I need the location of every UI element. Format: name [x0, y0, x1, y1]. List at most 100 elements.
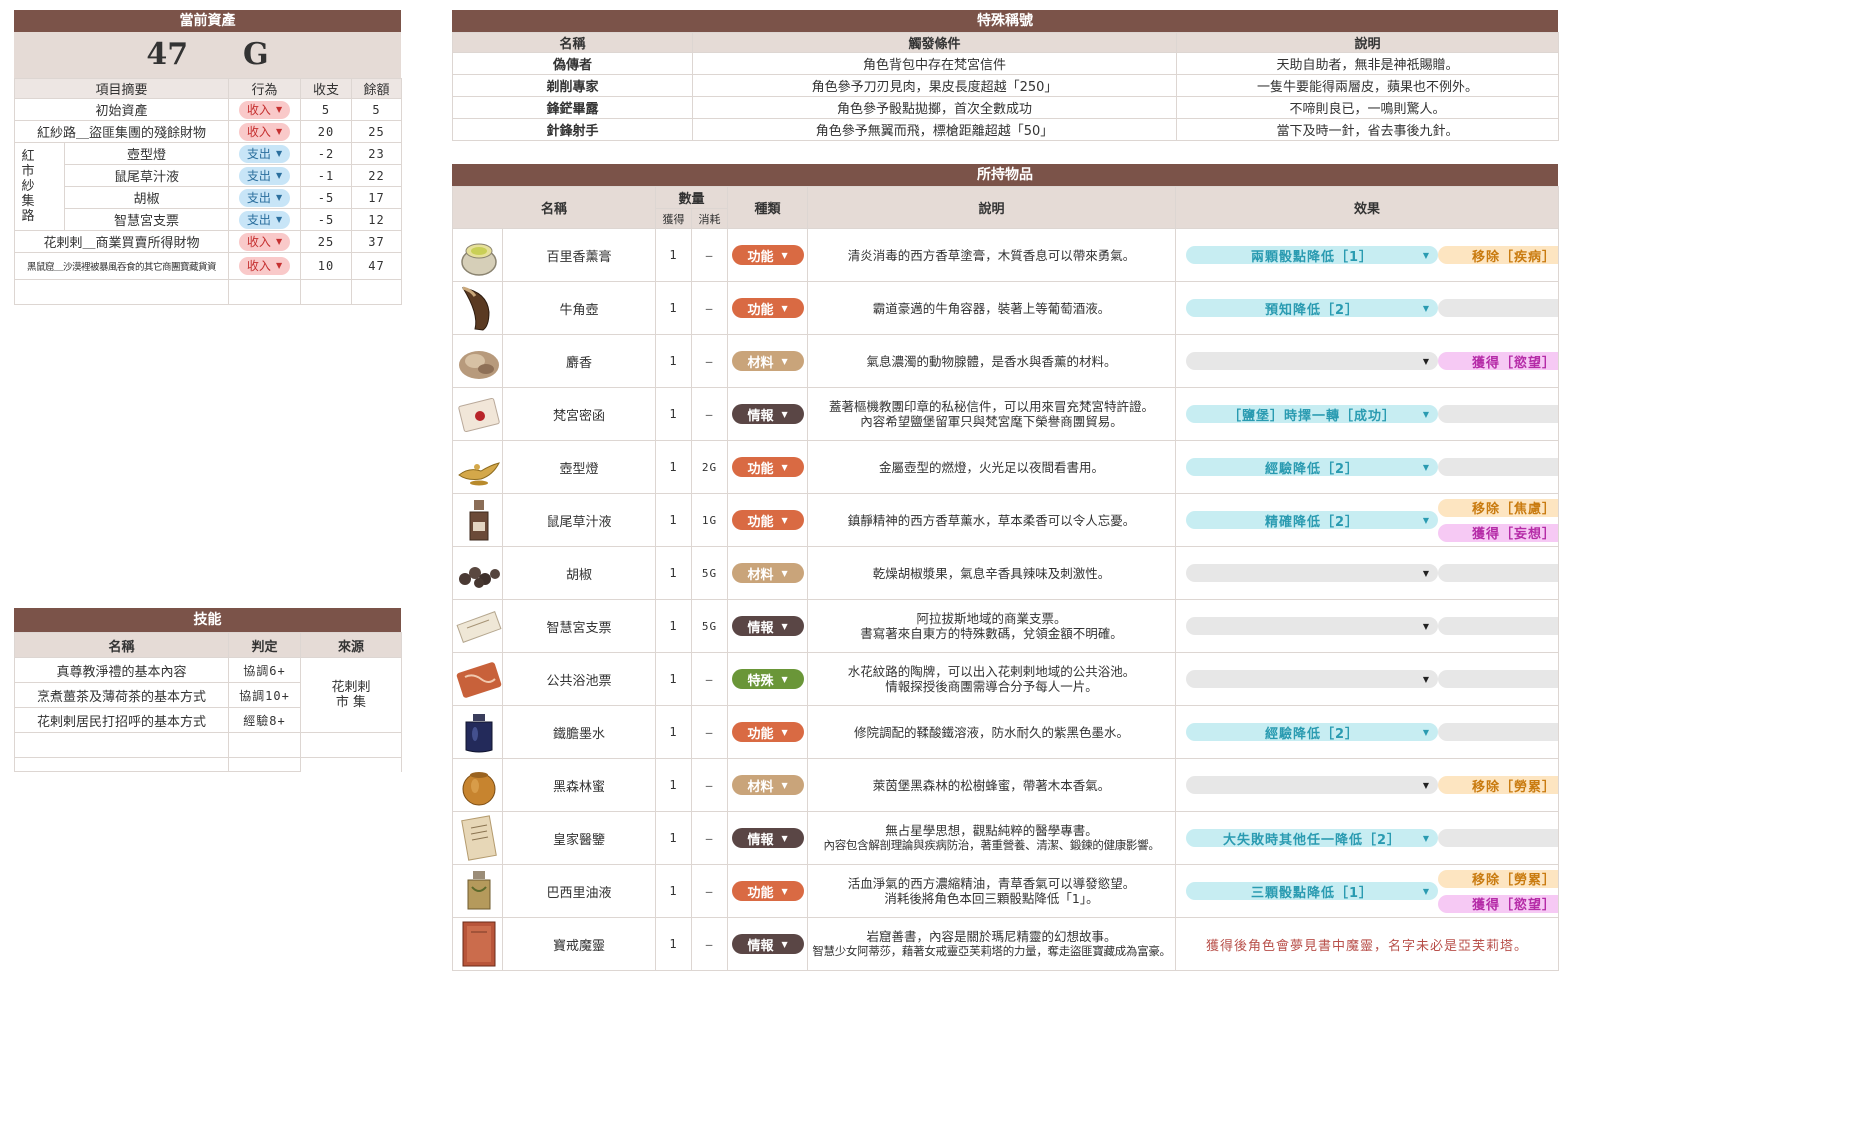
item-type-dropdown[interactable]: 材料 ▼	[731, 563, 804, 583]
item-type-dropdown[interactable]: 功能 ▼	[731, 510, 804, 530]
effect-secondary-dropdown[interactable]: 移除［疾病］▼	[1438, 246, 1558, 265]
item-description-line: 氣息濃濁的動物腺體，是香水與香薰的材料。	[866, 353, 1117, 369]
dropdown-arrow-icon: ▼	[1422, 409, 1431, 419]
effect-secondary-dropdown[interactable]: ▼	[1438, 299, 1558, 317]
item-type-dropdown[interactable]: 特殊 ▼	[731, 669, 804, 689]
effect-primary: ▼	[1186, 564, 1439, 582]
effect-primary-dropdown[interactable]: 三顆骰點降低［1］ ▼	[1186, 882, 1439, 901]
assets-action-cell: 收入 ▼	[228, 120, 302, 143]
item-description-line: 萊茵堡黑森林的松樹蜂蜜，帶著木本香氣。	[872, 777, 1111, 793]
effect-secondary-dropdown[interactable]: 移除［勞累］▼	[1438, 869, 1558, 888]
item-type-dropdown[interactable]: 情報 ▼	[731, 404, 804, 424]
effect-secondary-dropdown[interactable]: ▼	[1438, 617, 1558, 635]
expense-dropdown[interactable]: 支出 ▼	[238, 210, 291, 229]
income-dropdown[interactable]: 收入 ▼	[238, 100, 291, 119]
item-qty-used: —	[691, 758, 729, 812]
effect-primary-dropdown[interactable]: 大失敗時其他任一降低［2］ ▼	[1186, 829, 1439, 848]
effect-primary-dropdown[interactable]: ▼	[1186, 670, 1439, 688]
assets-change: 20	[300, 120, 353, 143]
expense-dropdown[interactable]: 支出 ▼	[238, 188, 291, 207]
item-type-label: 情報	[747, 938, 774, 954]
effect-secondary-dropdown[interactable]: ▼	[1438, 405, 1558, 423]
item-type-dropdown[interactable]: 功能 ▼	[731, 881, 804, 901]
skills-header-check: 判定	[228, 632, 301, 658]
item-description-line: 岩窟善書，內容是關於瑪尼精靈的幻想故事。	[866, 929, 1117, 944]
assets-balance: 25	[351, 120, 403, 143]
title-condition: 角色參予骰點拋擲，首次全數成功	[692, 96, 1177, 119]
effect-primary-dropdown[interactable]: ▼	[1186, 776, 1439, 794]
item-name: 鼠尾草汁液	[501, 493, 657, 547]
item-name: 巴西里油液	[501, 864, 657, 918]
pepper-icon	[454, 548, 502, 599]
effect-primary-dropdown[interactable]: 經驗降低［2］ ▼	[1186, 723, 1439, 742]
effect-primary-dropdown[interactable]: ［鹽堡］時擇一轉［成功］ ▼	[1186, 405, 1439, 424]
item-type-dropdown[interactable]: 功能 ▼	[731, 298, 804, 318]
effect-secondary-dropdown[interactable]: 獲得［慾望］▼	[1438, 894, 1558, 913]
effect-primary-dropdown[interactable]: 預知降低［2］ ▼	[1186, 299, 1439, 318]
item-description-line: 情報探授後商團需導合分予每人一片。	[885, 679, 1098, 694]
effect-secondary-dropdown[interactable]: ▼	[1438, 670, 1558, 688]
dropdown-arrow-icon: ▼	[781, 780, 788, 790]
effect-label: 移除［疾病］	[1472, 249, 1557, 265]
item-type-label: 情報	[747, 408, 774, 424]
item-type-dropdown[interactable]: 功能 ▼	[731, 722, 804, 742]
item-name: 寶戒魔靈	[501, 917, 657, 971]
item-name: 百里香薰膏	[501, 228, 657, 282]
effect-primary-dropdown[interactable]: ▼	[1186, 617, 1439, 635]
assets-change: -5	[300, 186, 353, 209]
effect-primary-dropdown[interactable]: 精確降低［2］ ▼	[1186, 511, 1439, 530]
item-type-cell: 材料 ▼	[727, 758, 809, 812]
item-type-dropdown[interactable]: 功能 ▼	[731, 457, 804, 477]
item-type-label: 功能	[747, 885, 774, 901]
expense-dropdown[interactable]: 支出 ▼	[238, 144, 291, 163]
item-qty-got: 1	[655, 228, 693, 282]
item-name: 鐵膽墨水	[501, 705, 657, 759]
assets-action-label: 支出	[246, 168, 271, 183]
expense-dropdown[interactable]: 支出 ▼	[238, 166, 291, 185]
effect-secondary-dropdown[interactable]: ▼	[1438, 723, 1558, 741]
item-effect-row: 精確降低［2］ ▼ 移除［焦慮］▼ 獲得［妄想］▼	[1177, 498, 1558, 542]
effect-primary: ▼	[1186, 670, 1439, 688]
skill-name: 烹煮薑茶及薄荷茶的基本方式	[14, 682, 229, 708]
effect-primary-dropdown[interactable]: ▼	[1186, 564, 1439, 582]
skill-name: 花剌剌居民打招呼的基本方式	[14, 707, 229, 733]
item-effect-cell: ▼ 移除［勞累］▼	[1175, 758, 1560, 812]
income-dropdown[interactable]: 收入 ▼	[238, 257, 291, 275]
item-type-dropdown[interactable]: 材料 ▼	[731, 351, 804, 371]
effect-secondary-dropdown[interactable]: 獲得［妄想］▼	[1438, 523, 1558, 542]
item-effect-cell: 大失敗時其他任一降低［2］ ▼ ▼	[1175, 811, 1560, 865]
effect-primary-dropdown[interactable]: 兩顆骰點降低［1］ ▼	[1186, 246, 1439, 265]
item-effect-cell: 預知降低［2］ ▼ ▼	[1175, 281, 1560, 335]
effect-secondary-dropdown[interactable]: ▼	[1438, 829, 1558, 847]
effect-label: 移除［焦慮］	[1472, 502, 1557, 517]
item-effect-cell: 獲得後角色會夢見書中魔靈，名字未必是亞芙莉塔。	[1175, 917, 1560, 971]
empty-cell	[300, 279, 353, 305]
effect-secondary-dropdown[interactable]: 獲得［慾望］▼	[1438, 352, 1558, 371]
item-type-dropdown[interactable]: 材料 ▼	[731, 775, 804, 795]
income-dropdown[interactable]: 收入 ▼	[238, 122, 291, 141]
effect-secondary-dropdown[interactable]: 移除［焦慮］▼	[1438, 498, 1558, 517]
inv-header-got: 獲得	[655, 208, 693, 229]
ticket-icon	[454, 654, 502, 705]
item-description: 鎮靜精神的西方香草薰水，草本柔香可以令人忘憂。	[807, 493, 1177, 547]
item-description-line: 乾燥胡椒漿果，氣息辛香具辣味及刺激性。	[872, 565, 1111, 581]
effect-primary-dropdown[interactable]: 經驗降低［2］ ▼	[1186, 458, 1439, 477]
title-row: 針鋒射手 角色參予無翼而飛，標槍距離超越「50」 當下及時一針，省去事後九針。	[452, 118, 1559, 141]
item-type-cell: 情報 ▼	[727, 387, 809, 441]
item-type-cell: 功能 ▼	[727, 705, 809, 759]
item-description: 蓋著樞機教團印章的私秘信件，可以用來冒充梵宮特許證。 內容希望鹽堡留軍只與梵宮麾下…	[807, 387, 1177, 441]
item-qty-used: —	[691, 917, 729, 971]
item-icon-cell	[452, 228, 503, 282]
effect-primary-dropdown[interactable]: ▼	[1186, 352, 1439, 370]
item-type-dropdown[interactable]: 情報 ▼	[731, 616, 804, 636]
item-description-line: 清炎消毒的西方香草塗膏，木質香息可以帶來勇氣。	[847, 247, 1136, 263]
effect-secondary-dropdown[interactable]: ▼	[1438, 458, 1558, 476]
titles-title: 特殊稱號	[452, 10, 1558, 32]
effect-secondary-dropdown[interactable]: ▼	[1438, 564, 1558, 582]
item-type-dropdown[interactable]: 情報 ▼	[731, 934, 804, 954]
item-type-dropdown[interactable]: 情報 ▼	[731, 828, 804, 848]
income-dropdown[interactable]: 收入 ▼	[238, 232, 291, 251]
item-type-dropdown[interactable]: 功能 ▼	[731, 245, 804, 265]
effect-secondary-dropdown[interactable]: 移除［勞累］▼	[1438, 776, 1558, 795]
effect-label: 移除［勞累］	[1472, 873, 1557, 888]
